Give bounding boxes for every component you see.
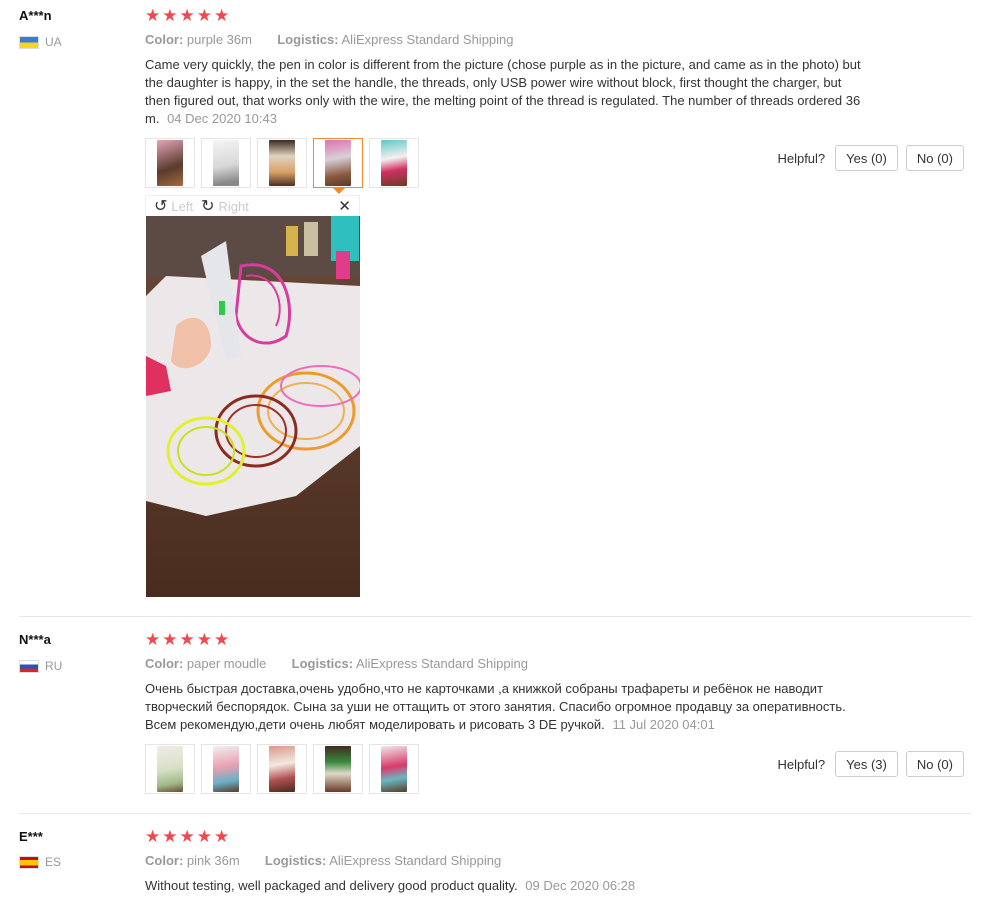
photo-thumbnail[interactable]: [313, 744, 363, 794]
review-text: Without testing, well packaged and deliv…: [145, 878, 518, 893]
review-author: N***a: [19, 632, 51, 647]
review-meta: Color: pink 36m Logistics: AliExpress St…: [145, 853, 501, 868]
review-country: RU: [19, 659, 62, 673]
logistics-value: AliExpress Standard Shipping: [329, 853, 502, 868]
star-rating: ★★★★★: [145, 6, 232, 25]
review-text: Очень быстрая доставка,очень удобно,что …: [145, 681, 846, 732]
helpful-controls: Helpful? Yes (3) No (0): [777, 751, 964, 777]
color-label: Color:: [145, 656, 184, 671]
helpful-label: Helpful?: [777, 150, 826, 166]
photo-thumbnail[interactable]: [145, 744, 195, 794]
logistics-label: Logistics:: [291, 656, 354, 671]
star-rating: ★★★★★: [145, 827, 232, 846]
logistics-value: AliExpress Standard Shipping: [341, 32, 514, 47]
helpful-yes-button[interactable]: Yes (3): [835, 751, 898, 777]
review-author: E***: [19, 829, 43, 844]
color-value: pink 36m: [186, 853, 240, 868]
photo-thumbnail[interactable]: [201, 138, 251, 188]
helpful-yes-button[interactable]: Yes (0): [835, 145, 898, 171]
review-photos: [145, 138, 419, 194]
photo-thumbnail-selected[interactable]: [313, 138, 363, 194]
ua-flag-icon: [19, 35, 39, 49]
color-value: paper moudle: [186, 656, 267, 671]
color-label: Color:: [145, 32, 184, 47]
review-date: 04 Dec 2020 10:43: [167, 111, 277, 126]
country-code: RU: [45, 659, 63, 673]
rotate-right-control[interactable]: ↻ Right: [201, 196, 249, 216]
review-country: UA: [19, 35, 62, 49]
photo-thumbnail[interactable]: [257, 138, 307, 188]
review-meta: Color: purple 36m Logistics: AliExpress …: [145, 32, 514, 47]
helpful-no-button[interactable]: No (0): [905, 145, 964, 171]
helpful-label: Helpful?: [777, 756, 826, 772]
review-meta: Color: paper moudle Logistics: AliExpres…: [145, 656, 528, 671]
review-divider: [19, 616, 971, 617]
country-code: UA: [45, 35, 62, 49]
close-icon[interactable]: ✕: [338, 197, 351, 215]
review-text-block: Came very quickly, the pen in color is d…: [145, 56, 865, 128]
logistics-label: Logistics:: [277, 32, 339, 47]
review-date: 11 Jul 2020 04:01: [612, 717, 715, 732]
color-label: Color:: [145, 853, 184, 868]
es-flag-icon: [19, 855, 39, 869]
review-author: A***n: [19, 8, 52, 23]
rotate-left-control[interactable]: ↺ Left: [154, 196, 193, 216]
helpful-no-button[interactable]: No (0): [905, 751, 964, 777]
rotate-right-icon: ↻: [201, 198, 215, 215]
review-text-block: Очень быстрая доставка,очень удобно,что …: [145, 680, 865, 734]
photo-thumbnail[interactable]: [257, 744, 307, 794]
logistics-value: AliExpress Standard Shipping: [355, 656, 528, 671]
enlarged-review-photo: [146, 216, 360, 597]
country-code: ES: [45, 855, 62, 869]
rotate-left-label: Left: [171, 198, 194, 214]
logistics-label: Logistics:: [264, 853, 327, 868]
review-text-block: Without testing, well packaged and deliv…: [145, 877, 865, 895]
photo-thumbnail[interactable]: [369, 744, 419, 794]
ru-flag-icon: [19, 659, 39, 673]
review-divider: [19, 813, 971, 814]
review-date: 09 Dec 2020 06:28: [525, 878, 636, 893]
helpful-controls: Helpful? Yes (0) No (0): [777, 145, 964, 171]
photo-thumbnail[interactable]: [201, 744, 251, 794]
review-photos: [145, 744, 419, 794]
rotate-right-label: Right: [218, 198, 249, 214]
photo-viewer-toolbar: ↺ Left ↻ Right ✕: [145, 195, 360, 217]
review-country: ES: [19, 855, 61, 869]
photo-thumbnail[interactable]: [369, 138, 419, 188]
photo-thumbnail[interactable]: [145, 138, 195, 188]
rotate-left-icon: ↺: [154, 198, 168, 215]
color-value: purple 36m: [186, 32, 252, 47]
star-rating: ★★★★★: [145, 630, 232, 649]
